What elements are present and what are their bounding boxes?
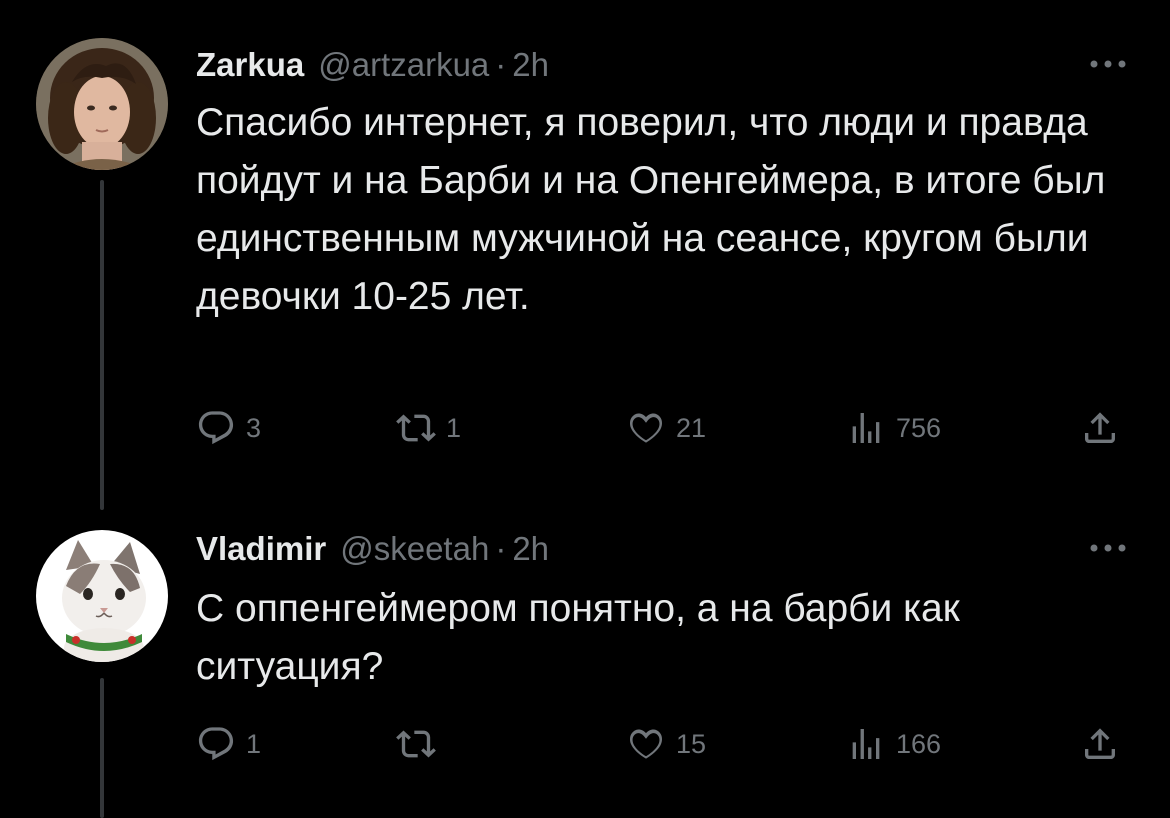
tweet-text: С оппенгеймером понятно, а на барби как …	[196, 587, 960, 688]
tweet-thread: Zarkua @artzarkua · 2h Спасибо интернет,…	[0, 0, 1170, 818]
more-dots-icon	[1090, 60, 1126, 68]
reply-button[interactable]: 1	[196, 722, 261, 766]
retweet-button[interactable]	[396, 722, 446, 766]
like-count: 21	[676, 412, 707, 443]
display-name[interactable]: Zarkua	[196, 46, 304, 84]
views-chart-icon	[852, 413, 880, 443]
reply-count: 1	[246, 728, 262, 759]
retweet-icon	[396, 730, 436, 758]
thread-connector-line	[100, 180, 104, 510]
more-options-button[interactable]	[1086, 536, 1130, 560]
tweet[interactable]: Zarkua @artzarkua · 2h Спасибо интернет,…	[0, 0, 1170, 510]
user-handle[interactable]: @artzarkua	[318, 46, 489, 84]
like-button[interactable]: 15	[626, 722, 706, 766]
tweet[interactable]: Vladimir @skeetah · 2h С оппенгеймером п…	[0, 500, 1170, 818]
view-count: 756	[896, 412, 942, 443]
avatar-man-icon	[36, 38, 168, 170]
tweet-header: Vladimir @skeetah · 2h	[196, 524, 549, 574]
avatar[interactable]	[36, 38, 168, 170]
views-chart-icon	[852, 729, 880, 759]
like-count: 15	[676, 728, 707, 759]
views-button[interactable]: 756	[846, 406, 941, 450]
like-button[interactable]: 21	[626, 406, 706, 450]
retweet-button[interactable]: 1	[396, 406, 461, 450]
retweet-count: 1	[446, 412, 462, 443]
avatar[interactable]	[36, 530, 168, 662]
heart-icon	[629, 729, 663, 759]
tweet-text: Спасибо интернет, я поверил, что люди и …	[196, 101, 1106, 318]
reply-icon	[198, 727, 234, 761]
reply-icon	[198, 411, 234, 445]
avatar-cat-icon	[36, 530, 168, 662]
view-count: 166	[896, 728, 942, 759]
share-upload-icon	[1085, 728, 1115, 759]
thread-connector-line	[100, 678, 104, 818]
tweet-actions: 3 1 21 756	[196, 406, 1136, 450]
retweet-icon	[396, 414, 436, 442]
share-button[interactable]	[1080, 406, 1120, 450]
views-button[interactable]: 166	[846, 722, 941, 766]
display-name[interactable]: Vladimir	[196, 530, 326, 568]
separator-dot: ·	[495, 530, 507, 567]
user-handle[interactable]: @skeetah	[340, 530, 489, 568]
tweet-header: Zarkua @artzarkua · 2h	[196, 40, 549, 90]
share-upload-icon	[1085, 412, 1115, 443]
timestamp[interactable]: 2h	[512, 530, 549, 568]
tweet-actions: 1 15 166	[196, 722, 1136, 766]
reply-button[interactable]: 3	[196, 406, 261, 450]
share-button[interactable]	[1080, 722, 1120, 766]
timestamp[interactable]: 2h	[512, 46, 549, 84]
more-dots-icon	[1090, 544, 1126, 552]
separator-dot: ·	[495, 46, 507, 83]
heart-icon	[629, 413, 663, 443]
reply-count: 3	[246, 412, 262, 443]
more-options-button[interactable]	[1086, 52, 1130, 76]
